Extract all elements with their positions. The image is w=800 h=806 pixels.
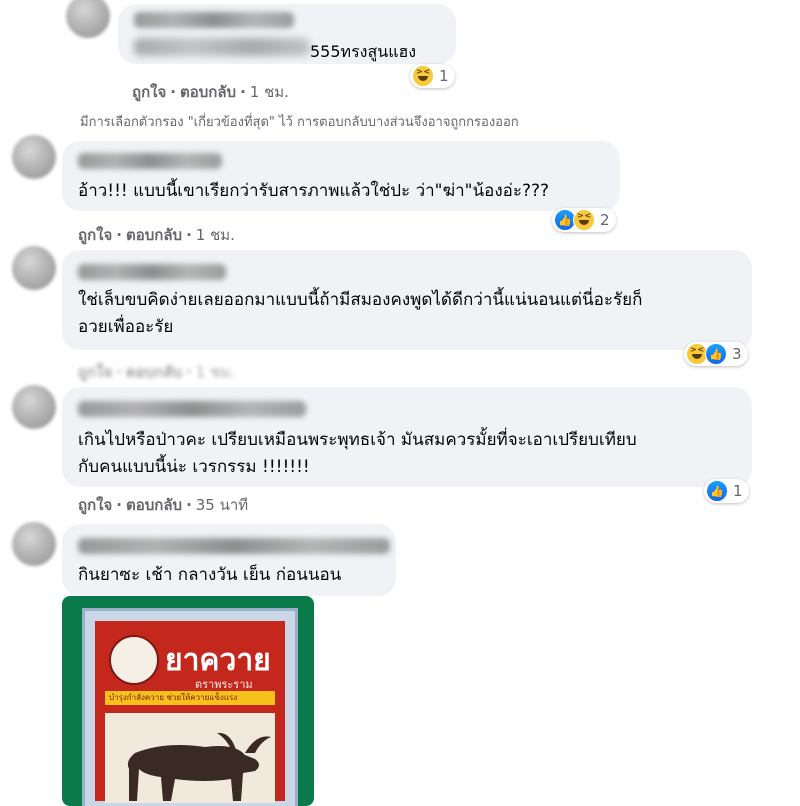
package-band-text: บำรุงกำลังควาย ช่วยให้ควายแข็งแรง: [109, 693, 238, 702]
reply-link[interactable]: ตอบกลับ: [126, 226, 182, 244]
like-link[interactable]: ถูกใจ: [78, 226, 112, 244]
package-inner-panel: [105, 713, 275, 803]
comment-bubble: เกินไปหรือป่าวคะ เปรียบเหมือนพระพุทธเจ้า…: [62, 387, 752, 487]
reaction-count: 1: [439, 67, 449, 85]
commenter-name-blurred[interactable]: [78, 264, 226, 280]
timestamp[interactable]: 1 ชม.: [250, 83, 289, 101]
comment-bubble: อ้าว!!! แบบนี้เขาเรียกว่ารับสารภาพแล้วใช…: [62, 141, 620, 211]
comment-text: 555ทรงสูนแฮง: [310, 42, 417, 61]
timestamp[interactable]: 35 นาที: [196, 496, 248, 514]
package-band: บำรุงกำลังควาย ช่วยให้ควายแข็งแรง: [105, 691, 275, 705]
like-link[interactable]: ถูกใจ: [78, 496, 112, 514]
package-red-panel: ยาควาย ตราพระราม บำรุงกำลังควาย ช่วยให้ค…: [95, 621, 285, 803]
comment-text-blurred: [134, 38, 310, 56]
reaction-summary[interactable]: 1: [410, 64, 455, 88]
comment-bubble: กินยาซะ เช้า กลางวัน เย็น ก่อนนอน: [62, 524, 396, 596]
comment-bubble: 555ทรงสูนแฮง: [118, 4, 456, 64]
reaction-count: 3: [732, 345, 742, 363]
avatar[interactable]: [12, 135, 56, 179]
reply-link[interactable]: ตอบกลับ: [126, 496, 182, 514]
buffalo-icon: [127, 732, 271, 801]
like-link[interactable]: ถูกใจ: [132, 83, 166, 101]
haha-icon: [573, 209, 595, 231]
comment-image[interactable]: ยาควาย ตราพระราม บำรุงกำลังควาย ช่วยให้ค…: [62, 596, 314, 806]
reaction-count: 2: [600, 211, 610, 229]
reaction-summary[interactable]: 👍 1: [704, 479, 749, 503]
comment-text: อ้าว!!! แบบนี้เขาเรียกว่ารับสารภาพแล้วใช…: [78, 181, 550, 201]
avatar[interactable]: [12, 522, 56, 566]
like-link[interactable]: ถูกใจ: [78, 363, 112, 381]
comment-actions: ถูกใจ · ตอบกลับ · 1 ชม.: [78, 226, 235, 244]
medicine-package: ยาควาย ตราพระราม บำรุงกำลังควาย ช่วยให้ค…: [82, 608, 298, 806]
timestamp[interactable]: 1 ชม.: [196, 363, 235, 381]
reaction-summary[interactable]: 👍 3: [684, 342, 748, 366]
emblem-icon: [109, 635, 159, 685]
avatar[interactable]: [12, 385, 56, 429]
commenter-name-blurred[interactable]: [78, 538, 390, 554]
timestamp[interactable]: 1 ชม.: [196, 226, 235, 244]
commenter-name-blurred[interactable]: [78, 401, 306, 417]
haha-icon: [686, 343, 708, 365]
filter-notice: มีการเลือกตัวกรอง "เกี่ยวข้องที่สุด" ไว้…: [80, 115, 519, 130]
reaction-count: 1: [733, 482, 743, 500]
haha-icon: [412, 65, 434, 87]
comment-bubble: ใช่เล็บขบคิดง่ายเลยออกมาแบบนี้ถ้ามีสมองค…: [62, 250, 752, 350]
avatar[interactable]: [12, 246, 56, 290]
commenter-name-blurred[interactable]: [78, 153, 222, 169]
comment-actions: ถูกใจ · ตอบกลับ · 1 ชม.: [78, 363, 235, 381]
comment-actions: ถูกใจ · ตอบกลับ · 35 นาที: [78, 496, 249, 514]
reaction-summary[interactable]: 👍 2: [552, 208, 616, 232]
commenter-name-blurred[interactable]: [134, 12, 294, 28]
like-icon: 👍: [705, 343, 727, 365]
comment-actions: ถูกใจ · ตอบกลับ · 1 ชม.: [132, 83, 289, 101]
comment-text: ใช่เล็บขบคิดง่ายเลยออกมาแบบนี้ถ้ามีสมองค…: [78, 290, 643, 337]
comment-text: กินยาซะ เช้า กลางวัน เย็น ก่อนนอน: [78, 565, 342, 585]
like-icon: 👍: [706, 480, 728, 502]
comment-text: เกินไปหรือป่าวคะ เปรียบเหมือนพระพุทธเจ้า…: [78, 430, 637, 477]
reply-link[interactable]: ตอบกลับ: [180, 83, 236, 101]
reply-link[interactable]: ตอบกลับ: [126, 363, 182, 381]
avatar[interactable]: [66, 0, 110, 38]
